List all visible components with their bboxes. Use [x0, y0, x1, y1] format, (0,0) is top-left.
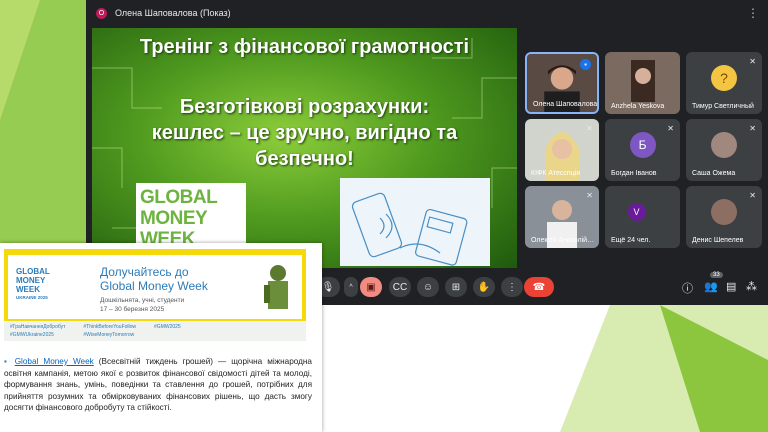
participant-tile[interactable]: ✕ Саша Ожема [686, 119, 762, 181]
banner-logo-line: MONEY [16, 276, 46, 285]
mic-off-icon: ✕ [749, 191, 756, 200]
presenter-bar: О Олена Шаповалова (Показ) ⋮ [86, 0, 768, 26]
logo-line: MONEY [140, 208, 208, 229]
slide-subtitle: Безготівкові розрахунки: кешлес – це зру… [92, 94, 517, 172]
banner-title: Global Money Week [100, 279, 208, 293]
banner-dates: 17 – 30 березня 2025 [100, 306, 165, 313]
more-options-button[interactable]: ⋮ [501, 277, 523, 297]
banner-logo-line: UKRAINE 2025 [16, 295, 48, 300]
participant-name: Саша Ожема [692, 170, 736, 177]
leave-call-button[interactable]: ☎ [524, 277, 554, 297]
presenter-title: Олена Шаповалова (Показ) [115, 8, 231, 18]
info-icon[interactable]: ⓘ [682, 280, 693, 296]
nfc-phone-icon [351, 192, 468, 266]
more-vert-icon[interactable]: ⋮ [747, 6, 759, 20]
gmw-link[interactable]: Global Money Week [15, 357, 94, 366]
chat-icon[interactable]: ▤ [726, 280, 736, 293]
participant-tile[interactable]: ✕ КІФК Атесспція [525, 119, 599, 181]
slide-title: Тренінг з фінансової грамотності [139, 36, 470, 58]
mic-off-icon: ✕ [749, 57, 756, 66]
participant-count-badge: 33 [710, 272, 723, 278]
mic-off-icon: ✕ [667, 124, 674, 133]
banner-logo-line: WEEK [16, 285, 40, 294]
more-participants-label: Ещё 24 чел. [611, 237, 651, 244]
raise-hand-button[interactable]: ✋ [473, 277, 495, 297]
mic-off-icon: ✕ [586, 191, 593, 200]
people-icon[interactable]: 👥 [704, 280, 718, 293]
participant-tile[interactable]: ✕ Денис Шепелев [686, 186, 762, 248]
participant-tile[interactable]: Б ✕ Богдан Іванов [605, 119, 680, 181]
shared-slide: Тренінг з фінансової грамотності Безготі… [92, 28, 517, 268]
banner-title: Долучайтесь до [100, 265, 189, 279]
hashtag: #ThinkBeforeYouFollow [83, 324, 137, 330]
slide-subtitle-line: безпечно! [255, 148, 354, 170]
thinking-emoji-avatar: ? [711, 65, 737, 92]
audio-active-icon: ▪ [580, 59, 591, 70]
nfc-payment-illustration [340, 178, 490, 266]
emoji-button[interactable]: ☺ [417, 277, 439, 297]
participant-tile[interactable]: ▪ Олена Шаповалова [525, 52, 599, 114]
overlay-slide: GLOBAL MONEY WEEK UKRAINE 2025 Долучайте… [0, 243, 322, 432]
participant-avatar [711, 199, 737, 226]
participant-tile[interactable]: ✕ Олексій Анатолій… [525, 186, 599, 248]
participant-name: КІФК Атесспція [531, 170, 581, 177]
banner-subtitle: Дошкільнята, учні, студенти [100, 297, 185, 304]
mic-options-button[interactable]: ^ [344, 277, 358, 297]
participant-name: Олена Шаповалова [533, 101, 598, 108]
gmw-description: ▪ Global Money Week (Всесвітній тиждень … [4, 357, 312, 413]
participant-tile[interactable]: V Ещё 24 чел. [605, 186, 680, 248]
hashtag-strip: #ГраНавчанняДобробут #GMWUkraine2025 #Thi… [4, 321, 306, 341]
captions-button[interactable]: CC [389, 277, 411, 297]
hashtag: #GMWUkraine2025 [10, 332, 54, 338]
soldier-illustration [264, 265, 288, 309]
hashtag: #WiseMoneyTomorrow [83, 332, 135, 338]
activities-icon[interactable]: ⁂ [746, 280, 757, 293]
present-button[interactable]: ⊞ [445, 277, 467, 297]
logo-line: GLOBAL [140, 187, 218, 208]
mic-off-icon: ✕ [749, 124, 756, 133]
slide-subtitle-line: Безготівкові розрахунки: [179, 96, 430, 118]
mic-off-icon: ✕ [586, 124, 593, 133]
participant-name: Anzhela Yeskova [611, 103, 665, 110]
banner-logo-line: GLOBAL [16, 267, 50, 276]
slide-subtitle-line: кешлес – це зручно, вигідно та [151, 122, 458, 144]
gmw-banner: GLOBAL MONEY WEEK UKRAINE 2025 Долучайте… [4, 249, 306, 341]
camera-off-button[interactable]: ▣ [360, 277, 382, 297]
hashtag: #ГраНавчанняДобробут [10, 324, 66, 330]
participant-name: Денис Шепелев [692, 237, 744, 244]
participant-name: Тимур Светличный [692, 103, 754, 110]
banner-content: GLOBAL MONEY WEEK UKRAINE 2025 Долучайте… [8, 255, 302, 319]
participant-avatar [711, 132, 737, 159]
participant-avatar: Б [629, 132, 656, 159]
participant-name: Олексій Анатолій… [531, 237, 595, 244]
hashtag: #GMW2025 [154, 324, 181, 330]
participant-name: Богдан Іванов [611, 170, 657, 177]
participant-avatar: V [627, 203, 646, 222]
banner-logo: GLOBAL MONEY WEEK UKRAINE 2025 [16, 267, 64, 301]
participant-tile[interactable]: Anzhela Yeskova [605, 52, 680, 114]
participant-tile[interactable]: ? ✕ Тимур Светличный [686, 52, 762, 114]
presenter-avatar: О [96, 7, 107, 19]
